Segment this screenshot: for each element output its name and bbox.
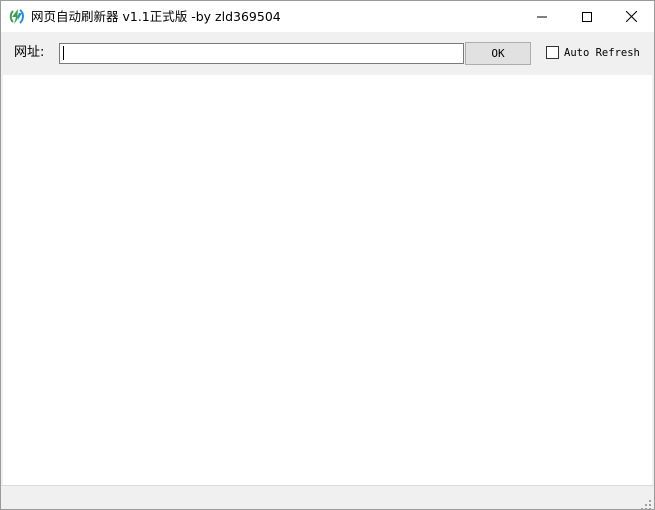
status-bar bbox=[1, 485, 654, 509]
auto-refresh-checkbox[interactable] bbox=[546, 46, 559, 59]
maximize-icon bbox=[581, 7, 592, 26]
app-window: 网页自动刷新器 v1.1正式版 -by zld369504 网址: OK Aut… bbox=[0, 0, 655, 510]
auto-refresh-toggle[interactable]: Auto Refresh bbox=[546, 45, 640, 60]
resize-grip-icon[interactable] bbox=[640, 496, 652, 509]
close-icon bbox=[625, 7, 638, 26]
minimize-icon bbox=[536, 7, 547, 26]
window-title: 网页自动刷新器 v1.1正式版 -by zld369504 bbox=[31, 9, 281, 24]
url-label: 网址: bbox=[14, 45, 45, 60]
toolbar: 网址: OK Auto Refresh bbox=[1, 32, 654, 74]
title-bar[interactable]: 网页自动刷新器 v1.1正式版 -by zld369504 bbox=[1, 1, 654, 32]
ok-button[interactable]: OK bbox=[465, 42, 531, 65]
auto-refresh-label[interactable]: Auto Refresh bbox=[564, 47, 640, 59]
maximize-button[interactable] bbox=[564, 1, 609, 32]
url-input[interactable] bbox=[59, 43, 464, 64]
web-content-area[interactable] bbox=[3, 75, 652, 485]
text-caret bbox=[63, 46, 64, 60]
close-button[interactable] bbox=[609, 1, 654, 32]
minimize-button[interactable] bbox=[519, 1, 564, 32]
refresh-arrows-icon bbox=[9, 8, 25, 25]
